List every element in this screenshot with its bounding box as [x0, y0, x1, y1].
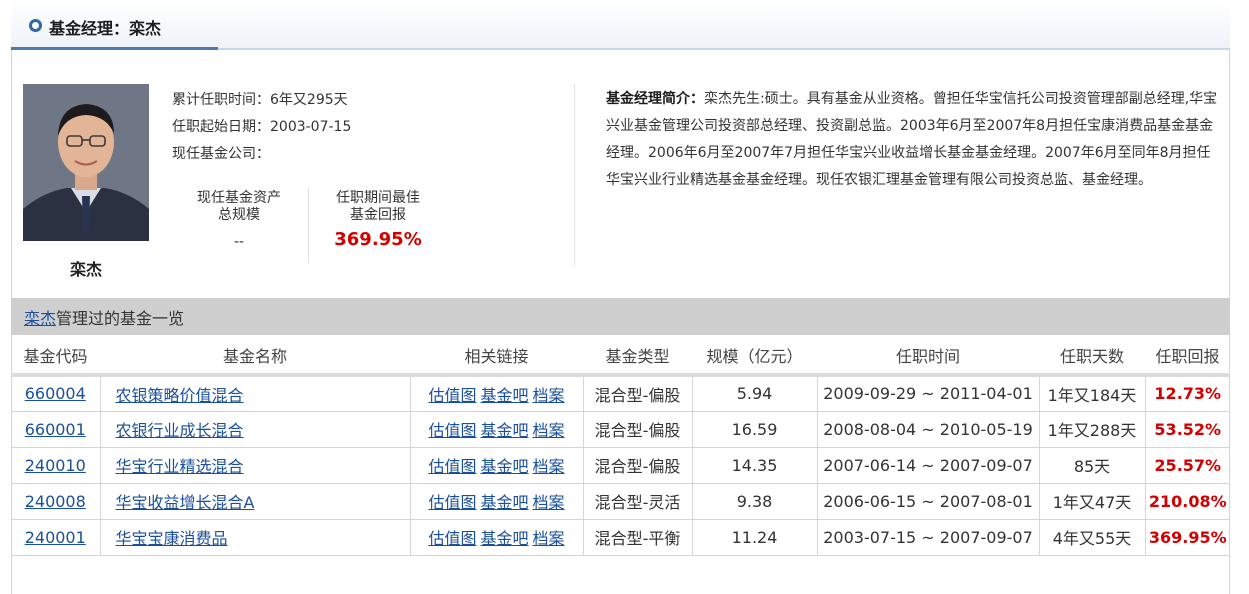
start-date-label: 任职起始日期： — [172, 119, 270, 135]
fund-code-link[interactable]: 240008 — [25, 492, 86, 511]
fund-type: 混合型-偏股 — [582, 446, 693, 484]
fund-name-link[interactable]: 华宝宝康消费品 — [116, 529, 228, 548]
tenure-days: 85天 — [1038, 446, 1146, 484]
tenure-return: 53.52% — [1144, 410, 1230, 448]
fund-profile-link[interactable]: 档案 — [533, 386, 565, 405]
bio-label: 基金经理简介： — [606, 91, 704, 107]
fund-type: 混合型-偏股 — [582, 374, 693, 412]
company-label: 现任基金公司： — [172, 146, 270, 162]
valuation-chart-link[interactable]: 估值图 — [428, 421, 476, 440]
best-return-value: 369.95% — [334, 229, 422, 250]
table-row: 240008 华宝收益增长混合A 估值图 基金吧 档案 混合型-灵活 9.38 20… — [11, 482, 1230, 520]
fund-profile-link[interactable]: 档案 — [533, 457, 565, 476]
col-header-links: 相关链接 — [410, 343, 583, 377]
fund-profile-link[interactable]: 档案 — [533, 421, 565, 440]
col-header-return: 任职回报 — [1145, 343, 1230, 377]
valuation-chart-link[interactable]: 估值图 — [428, 529, 476, 548]
circle-bullet-icon — [29, 19, 42, 32]
valuation-chart-link[interactable]: 估值图 — [428, 457, 476, 476]
table-row: 240001 华宝宝康消费品 估值图 基金吧 档案 混合型-平衡 11.24 200… — [11, 518, 1230, 556]
tenure-return: 210.08% — [1144, 482, 1230, 520]
tenure-period: 2003-07-15 ~ 2007-09-07 — [816, 518, 1040, 556]
fund-profile-link[interactable]: 档案 — [533, 493, 565, 512]
fund-forum-link[interactable]: 基金吧 — [480, 529, 528, 548]
table-row: 660004 农银策略价值混合 估值图 基金吧 档案 混合型-偏股 5.94 200… — [11, 374, 1230, 412]
fund-name-link[interactable]: 华宝收益增长混合A — [116, 493, 255, 512]
tenure-label: 累计任职时间： — [172, 92, 270, 108]
fund-forum-link[interactable]: 基金吧 — [480, 386, 528, 405]
fund-type: 混合型-平衡 — [582, 518, 693, 556]
fund-size: 14.35 — [691, 446, 818, 484]
fund-code-link[interactable]: 240001 — [25, 528, 86, 547]
tenure-period: 2007-06-14 ~ 2007-09-07 — [816, 446, 1040, 484]
fund-forum-link[interactable]: 基金吧 — [480, 457, 528, 476]
best-return-label-2: 基金回报 — [350, 207, 406, 223]
fund-list-title: 栾杰管理过的基金一览 — [24, 305, 184, 329]
tenure-return: 25.57% — [1144, 446, 1230, 484]
manager-name-link[interactable]: 栾杰 — [24, 309, 56, 328]
fund-type: 混合型-灵活 — [582, 482, 693, 520]
section-header — [11, 0, 1230, 50]
fund-forum-link[interactable]: 基金吧 — [480, 493, 528, 512]
fund-list-title-suffix: 管理过的基金一览 — [56, 309, 185, 328]
header-accent-bar — [11, 47, 218, 50]
fund-size: 11.24 — [691, 518, 818, 556]
manager-photo — [23, 84, 149, 241]
table-header-row: 基金代码 基金名称 相关链接 基金类型 规模（亿元） 任职时间 任职天数 任职回… — [11, 343, 1230, 377]
fund-code-link[interactable]: 660001 — [25, 420, 86, 439]
fund-size: 9.38 — [691, 482, 818, 520]
fund-forum-link[interactable]: 基金吧 — [480, 421, 528, 440]
table-row: 660001 农银行业成长混合 估值图 基金吧 档案 混合型-偏股 16.59 20… — [11, 410, 1230, 448]
page-title: 基金经理：栾杰 — [49, 19, 162, 38]
tenure-line: 累计任职时间：6年又295天 — [172, 89, 348, 109]
col-header-name: 基金名称 — [100, 343, 410, 377]
tenure-return: 369.95% — [1144, 518, 1230, 556]
fund-list-header-bar — [11, 298, 1230, 335]
tenure-period: 2008-08-04 ~ 2010-05-19 — [816, 410, 1040, 448]
col-header-period: 任职时间 — [817, 343, 1039, 377]
manager-name: 栾杰 — [69, 260, 102, 279]
table-row: 240010 华宝行业精选混合 估值图 基金吧 档案 混合型-偏股 14.35 20… — [11, 446, 1230, 484]
fund-name-link[interactable]: 农银策略价值混合 — [116, 386, 244, 405]
valuation-chart-link[interactable]: 估值图 — [428, 493, 476, 512]
start-date-value: 2003-07-15 — [270, 119, 352, 135]
fund-size: 5.94 — [691, 374, 818, 412]
best-return-label-1: 任职期间最佳 — [336, 190, 420, 206]
company-line: 现任基金公司： — [172, 143, 270, 163]
fund-profile-link[interactable]: 档案 — [533, 529, 565, 548]
fund-type: 混合型-偏股 — [582, 410, 693, 448]
tenure-days: 4年又55天 — [1038, 518, 1146, 556]
start-date-line: 任职起始日期：2003-07-15 — [172, 116, 351, 136]
stat-divider — [308, 188, 309, 263]
fund-code-link[interactable]: 240010 — [25, 456, 86, 475]
fund-name-link[interactable]: 农银行业成长混合 — [116, 421, 244, 440]
tenure-days: 1年又184天 — [1038, 374, 1146, 412]
best-return-stat: 任职期间最佳 基金回报 369.95% — [318, 190, 438, 250]
manager-bio: 基金经理简介：栾杰先生:硕士。具有基金从业资格。曾担任华宝信托公司投资管理部副总… — [606, 86, 1222, 194]
vertical-divider — [574, 84, 575, 266]
assets-label-1: 现任基金资产 — [197, 190, 281, 206]
fund-table: 基金代码 基金名称 相关链接 基金类型 规模（亿元） 任职时间 任职天数 任职回… — [11, 343, 1230, 556]
col-header-days: 任职天数 — [1039, 343, 1145, 377]
tenure-value: 6年又295天 — [270, 92, 348, 108]
fund-size: 16.59 — [691, 410, 818, 448]
col-header-type: 基金类型 — [583, 343, 692, 377]
assets-value: -- — [233, 234, 245, 250]
tenure-days: 1年又288天 — [1038, 410, 1146, 448]
col-header-code: 基金代码 — [11, 343, 100, 377]
assets-stat: 现任基金资产 总规模 -- — [180, 190, 298, 251]
assets-label-2: 总规模 — [218, 207, 260, 223]
valuation-chart-link[interactable]: 估值图 — [428, 386, 476, 405]
tenure-period: 2006-06-15 ~ 2007-08-01 — [816, 482, 1040, 520]
tenure-period: 2009-09-29 ~ 2011-04-01 — [816, 374, 1040, 412]
fund-code-link[interactable]: 660004 — [25, 384, 86, 403]
tenure-days: 1年又47天 — [1038, 482, 1146, 520]
col-header-size: 规模（亿元） — [692, 343, 817, 377]
tenure-return: 12.73% — [1144, 374, 1230, 412]
fund-name-link[interactable]: 华宝行业精选混合 — [116, 457, 244, 476]
